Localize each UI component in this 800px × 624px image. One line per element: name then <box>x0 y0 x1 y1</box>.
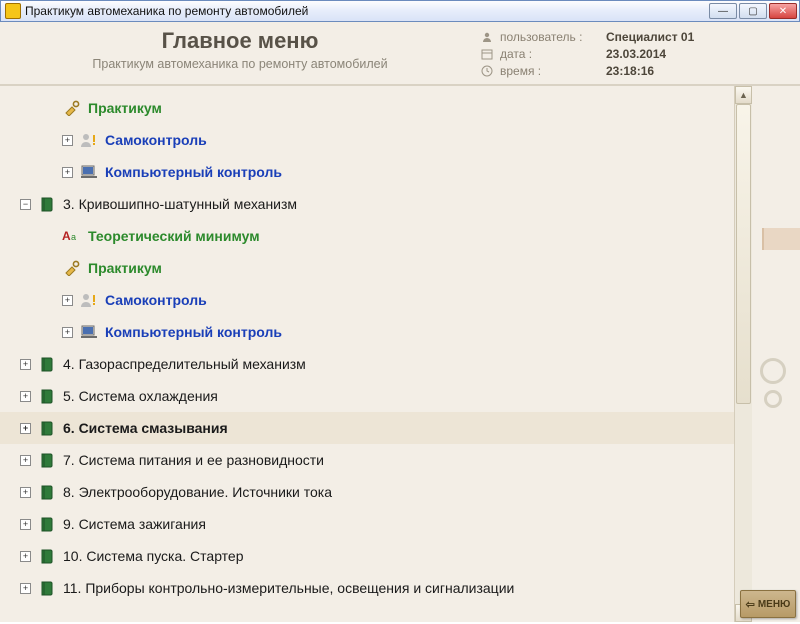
app-header: Главное меню Практикум автомеханика по р… <box>0 22 800 86</box>
date-value: 23.03.2014 <box>606 47 666 61</box>
tree-section-6[interactable]: + 6. Система смазывания <box>0 412 734 444</box>
window-titlebar: Практикум автомеханика по ремонту автомо… <box>0 0 800 22</box>
tree-item-computer-control[interactable]: + Компьютерный контроль <box>0 156 734 188</box>
tree-item-praktikum[interactable]: Практикум <box>0 252 734 284</box>
tree-item-praktikum[interactable]: Практикум <box>0 92 734 124</box>
tree-item-label: Компьютерный контроль <box>105 164 282 180</box>
tree-item-computer-control[interactable]: + Компьютерный контроль <box>0 316 734 348</box>
expand-icon[interactable]: + <box>20 551 31 562</box>
book-icon <box>37 355 57 373</box>
computer-icon <box>79 323 99 341</box>
window-title: Практикум автомеханика по ремонту автомо… <box>25 4 709 18</box>
arrow-left-icon: ⇦ <box>746 598 755 611</box>
tree-item-label: Теоретический минимум <box>88 228 260 244</box>
expand-icon[interactable]: + <box>62 295 73 306</box>
app-icon <box>5 3 21 19</box>
side-panel <box>752 86 800 622</box>
expand-icon[interactable]: + <box>20 391 31 402</box>
tree-item-label: Самоконтроль <box>105 292 207 308</box>
svg-text:a: a <box>71 232 76 242</box>
user-label: пользователь : <box>500 30 606 44</box>
date-label: дата : <box>500 47 606 61</box>
expand-icon[interactable]: + <box>20 423 31 434</box>
tree-item-label: Самоконтроль <box>105 132 207 148</box>
tree-panel: Практикум + Самоконтроль + Компьютерный … <box>0 86 734 622</box>
tree-section-8[interactable]: + 8. Электрооборудование. Источники тока <box>0 476 734 508</box>
maximize-button[interactable]: ▢ <box>739 3 767 19</box>
expand-icon[interactable]: + <box>20 487 31 498</box>
expand-icon[interactable]: + <box>20 583 31 594</box>
side-tab[interactable] <box>762 228 800 250</box>
window-buttons: — ▢ ✕ <box>709 3 797 19</box>
book-icon <box>37 547 57 565</box>
minimize-button[interactable]: — <box>709 3 737 19</box>
close-button[interactable]: ✕ <box>769 3 797 19</box>
tree-item-theory[interactable]: Aa Теоретический минимум <box>0 220 734 252</box>
tree-item-label: 3. Кривошипно-шатунный механизм <box>63 196 297 212</box>
tree-item-label: Компьютерный контроль <box>105 324 282 340</box>
person-alert-icon <box>79 291 99 309</box>
expand-icon[interactable]: + <box>62 167 73 178</box>
collapse-icon[interactable]: − <box>20 199 31 210</box>
tree-item-label: 5. Система охлаждения <box>63 388 218 404</box>
tree-section-5[interactable]: + 5. Система охлаждения <box>0 380 734 412</box>
tree-section-3[interactable]: − 3. Кривошипно-шатунный механизм <box>0 188 734 220</box>
expand-icon[interactable]: + <box>62 135 73 146</box>
computer-icon <box>79 163 99 181</box>
tree: Практикум + Самоконтроль + Компьютерный … <box>0 86 734 624</box>
user-value: Специалист 01 <box>606 30 694 44</box>
menu-button-label: МЕНЮ <box>758 599 791 610</box>
user-icon <box>480 30 494 44</box>
tree-item-label: Практикум <box>88 100 162 116</box>
nav-circles <box>760 358 794 414</box>
menu-button[interactable]: ⇦ МЕНЮ <box>740 590 796 618</box>
svg-text:A: A <box>62 229 71 243</box>
book-icon <box>37 419 57 437</box>
expand-icon[interactable]: + <box>20 359 31 370</box>
header-info: пользователь : Специалист 01 дата : 23.0… <box>480 22 800 84</box>
calendar-icon <box>480 47 494 61</box>
main-area: Практикум + Самоконтроль + Компьютерный … <box>0 86 800 622</box>
vertical-scrollbar[interactable]: ▲ ▼ <box>734 86 752 622</box>
time-value: 23:18:16 <box>606 64 654 78</box>
tree-item-label: 7. Система питания и ее разновидности <box>63 452 324 468</box>
expand-icon[interactable]: + <box>20 455 31 466</box>
tree-item-label: 6. Система смазывания <box>63 420 228 436</box>
tree-section-4[interactable]: + 4. Газораспределительный механизм <box>0 348 734 380</box>
tree-section-10[interactable]: + 10. Система пуска. Стартер <box>0 540 734 572</box>
tree-item-label: 9. Система зажигания <box>63 516 206 532</box>
book-icon <box>37 483 57 501</box>
tree-item-label: 4. Газораспределительный механизм <box>63 356 306 372</box>
person-alert-icon <box>79 131 99 149</box>
tree-item-label: 8. Электрооборудование. Источники тока <box>63 484 332 500</box>
page-subtitle: Практикум автомеханика по ремонту автомо… <box>0 57 480 71</box>
book-icon <box>37 515 57 533</box>
book-icon <box>37 387 57 405</box>
nav-circle-small[interactable] <box>764 390 782 408</box>
tree-item-selfcontrol[interactable]: + Самоконтроль <box>0 284 734 316</box>
clock-icon <box>480 64 494 78</box>
tree-item-selfcontrol[interactable]: + Самоконтроль <box>0 124 734 156</box>
header-title-block: Главное меню Практикум автомеханика по р… <box>0 22 480 84</box>
aa-icon: Aa <box>62 227 82 245</box>
wrench-icon <box>62 99 82 117</box>
tree-section-7[interactable]: + 7. Система питания и ее разновидности <box>0 444 734 476</box>
page-title: Главное меню <box>0 28 480 54</box>
scroll-up-button[interactable]: ▲ <box>735 86 752 104</box>
wrench-icon <box>62 259 82 277</box>
tree-section-9[interactable]: + 9. Система зажигания <box>0 508 734 540</box>
time-label: время : <box>500 64 606 78</box>
expand-icon[interactable]: + <box>62 327 73 338</box>
book-icon <box>37 195 57 213</box>
tree-section-11[interactable]: + 11. Приборы контрольно-измерительные, … <box>0 572 734 604</box>
scroll-thumb[interactable] <box>736 104 751 404</box>
tree-item-label: 10. Система пуска. Стартер <box>63 548 244 564</box>
book-icon <box>37 579 57 597</box>
scroll-track[interactable] <box>735 104 752 604</box>
tree-item-label: Практикум <box>88 260 162 276</box>
nav-circle[interactable] <box>760 358 786 384</box>
book-icon <box>37 451 57 469</box>
expand-icon[interactable]: + <box>20 519 31 530</box>
tree-item-label: 11. Приборы контрольно-измерительные, ос… <box>63 580 514 596</box>
